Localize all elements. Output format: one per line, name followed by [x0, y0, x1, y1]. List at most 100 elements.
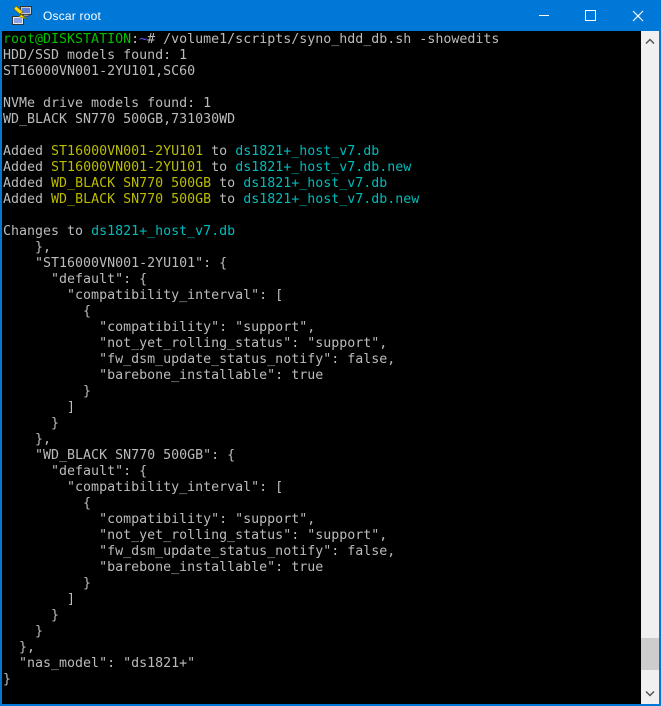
- terminal-text-segment: "compatibility_interval": [: [3, 288, 283, 303]
- terminal-line: WD_BLACK SN770 500GB,731030WD: [3, 112, 641, 128]
- terminal-line: Changes to ds1821+_host_v7.db: [3, 224, 641, 240]
- terminal-line: "barebone_installable": true: [3, 560, 641, 576]
- terminal-text-segment: Added: [3, 176, 51, 191]
- terminal-line: }: [3, 624, 641, 640]
- terminal-text-segment: "default": {: [3, 272, 147, 287]
- terminal-line: "compatibility_interval": [: [3, 288, 641, 304]
- terminal-text-segment: Changes to: [3, 224, 91, 239]
- putty-icon[interactable]: [11, 5, 33, 27]
- terminal-text-segment: }: [3, 384, 91, 399]
- terminal-text-segment: }: [3, 608, 59, 623]
- terminal-line: HDD/SSD models found: 1: [3, 48, 641, 64]
- minimize-icon: [539, 15, 549, 16]
- terminal-text-segment: {: [3, 304, 91, 319]
- terminal-text-segment: "ST16000VN001-2YU101": {: [3, 256, 227, 271]
- scrollbar-thumb[interactable]: [641, 638, 659, 670]
- terminal-text-segment: WD_BLACK SN770 500GB,731030WD: [3, 112, 235, 127]
- terminal-line: }: [3, 608, 641, 624]
- terminal-line: {: [3, 304, 641, 320]
- terminal-line: root@DISKSTATION:~# /volume1/scripts/syn…: [3, 32, 641, 48]
- terminal-text-segment: WD_BLACK SN770 500GB: [51, 192, 211, 207]
- terminal-text-segment: ds1821+_host_v7.db: [243, 176, 387, 191]
- chevron-down-icon: [645, 690, 655, 697]
- terminal-text-segment: to: [211, 176, 243, 191]
- terminal-text-segment: ST16000VN001-2YU101: [51, 144, 203, 159]
- terminal-text-segment: "compatibility_interval": [: [3, 480, 283, 495]
- terminal-text-segment: },: [3, 640, 35, 655]
- terminal-text-segment: to: [203, 144, 235, 159]
- terminal-line: "nas_model": "ds1821+": [3, 656, 641, 672]
- terminal-text-segment: ]: [3, 592, 75, 607]
- terminal-text-segment: "not_yet_rolling_status": "support",: [3, 528, 387, 543]
- terminal-text-segment: ]: [3, 400, 75, 415]
- terminal-line: },: [3, 240, 641, 256]
- terminal-line: "ST16000VN001-2YU101": {: [3, 256, 641, 272]
- close-icon: [632, 10, 644, 22]
- maximize-button[interactable]: [567, 0, 614, 31]
- terminal-line: Added ST16000VN001-2YU101 to ds1821+_hos…: [3, 160, 641, 176]
- terminal-line: ]: [3, 400, 641, 416]
- terminal-line: }: [3, 416, 641, 432]
- terminal-text-segment: Added: [3, 144, 51, 159]
- scrollbar[interactable]: [641, 31, 659, 704]
- terminal-line: },: [3, 640, 641, 656]
- terminal-text-segment: WD_BLACK SN770 500GB: [51, 176, 211, 191]
- terminal-text-segment: Added: [3, 160, 51, 175]
- terminal-text-segment: NVMe drive models found: 1: [3, 96, 211, 111]
- terminal-text-segment: "default": {: [3, 464, 147, 479]
- terminal-text-segment: {: [3, 496, 91, 511]
- terminal-screen[interactable]: root@DISKSTATION:~# /volume1/scripts/syn…: [2, 31, 641, 704]
- terminal-text-segment: "compatibility": "support",: [3, 512, 315, 527]
- terminal-text-segment: }: [3, 576, 91, 591]
- window-title: Oscar root: [43, 9, 101, 23]
- terminal-text-segment: "nas_model": "ds1821+": [3, 656, 195, 671]
- putty-terminals-icon: [11, 5, 33, 27]
- terminal-text-segment: Added: [3, 192, 51, 207]
- close-button[interactable]: [614, 0, 661, 31]
- terminal-line: "WD_BLACK SN770 500GB": {: [3, 448, 641, 464]
- terminal-line: NVMe drive models found: 1: [3, 96, 641, 112]
- terminal-line: "compatibility": "support",: [3, 512, 641, 528]
- terminal-text-segment: ds1821+_host_v7.db.new: [243, 192, 419, 207]
- terminal-text-segment: "fw_dsm_update_status_notify": false,: [3, 352, 395, 367]
- terminal-line: "not_yet_rolling_status": "support",: [3, 336, 641, 352]
- window-controls: [520, 0, 661, 31]
- putty-window: Oscar root root@DISKSTATION:~# /volume1/…: [0, 0, 661, 706]
- terminal-line: [3, 80, 641, 96]
- terminal-line: "not_yet_rolling_status": "support",: [3, 528, 641, 544]
- terminal-line: }: [3, 672, 641, 688]
- terminal-line: "fw_dsm_update_status_notify": false,: [3, 544, 641, 560]
- scroll-up-button[interactable]: [641, 33, 659, 50]
- terminal-text-segment: ds1821+_host_v7.db: [91, 224, 235, 239]
- terminal-line: {: [3, 496, 641, 512]
- titlebar[interactable]: Oscar root: [0, 0, 661, 31]
- terminal-output: root@DISKSTATION:~# /volume1/scripts/syn…: [2, 31, 641, 688]
- terminal-line: },: [3, 432, 641, 448]
- terminal-text-segment: ds1821+_host_v7.db: [235, 144, 379, 159]
- terminal-text-segment: }: [3, 672, 11, 687]
- terminal-text-segment: HDD/SSD models found: 1: [3, 48, 187, 63]
- terminal-text-segment: to: [203, 160, 235, 175]
- terminal-line: ST16000VN001-2YU101,SC60: [3, 64, 641, 80]
- terminal-text-segment: "fw_dsm_update_status_notify": false,: [3, 544, 395, 559]
- terminal-text-segment: ST16000VN001-2YU101: [51, 160, 203, 175]
- scroll-down-button[interactable]: [641, 685, 659, 702]
- terminal-line: [3, 128, 641, 144]
- terminal-line: "default": {: [3, 272, 641, 288]
- terminal-text-segment: },: [3, 240, 51, 255]
- terminal-text-segment: ST16000VN001-2YU101,SC60: [3, 64, 195, 79]
- minimize-button[interactable]: [520, 0, 567, 31]
- terminal-text-segment: "barebone_installable": true: [3, 560, 323, 575]
- terminal-text-segment: "compatibility": "support",: [3, 320, 315, 335]
- terminal-text-segment: }: [3, 416, 59, 431]
- terminal-line: Added WD_BLACK SN770 500GB to ds1821+_ho…: [3, 192, 641, 208]
- chevron-up-icon: [645, 38, 655, 45]
- terminal-text-segment: # /volume1/scripts/syno_hdd_db.sh -showe…: [147, 32, 499, 47]
- terminal-line: }: [3, 384, 641, 400]
- terminal-line: Added WD_BLACK SN770 500GB to ds1821+_ho…: [3, 176, 641, 192]
- terminal-line: "fw_dsm_update_status_notify": false,: [3, 352, 641, 368]
- terminal-text-segment: :: [131, 32, 139, 47]
- terminal-text-segment: },: [3, 432, 51, 447]
- terminal-line: Added ST16000VN001-2YU101 to ds1821+_hos…: [3, 144, 641, 160]
- terminal-text-segment: ~: [139, 32, 147, 47]
